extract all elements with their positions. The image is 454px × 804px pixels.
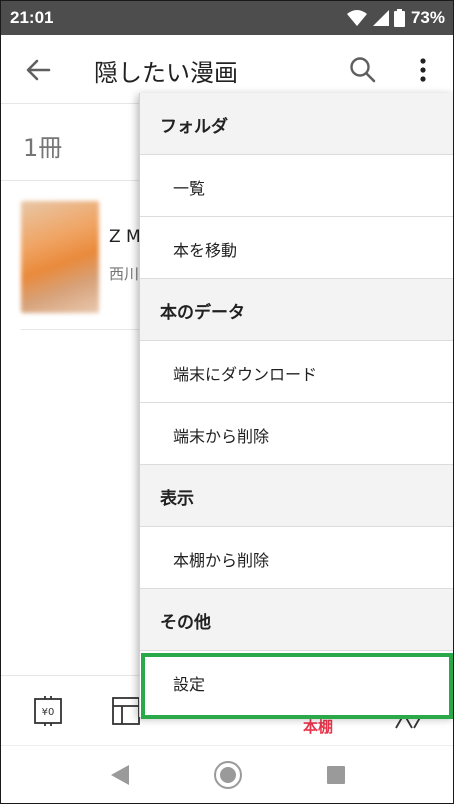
back-arrow-icon[interactable] (23, 55, 53, 85)
menu-item-list[interactable]: 一覧 (140, 155, 453, 217)
page-title: 隠したい漫画 (94, 59, 238, 87)
status-time: 21:01 (10, 8, 54, 27)
battery-percentage: 73% (410, 8, 445, 27)
book-count: 1冊 (23, 134, 63, 162)
nav-bookshelf-label[interactable]: 本棚 (303, 716, 333, 737)
system-navigation-bar (1, 745, 453, 803)
menu-item-label: 端末にダウンロード (173, 365, 318, 384)
store-coin-label: ¥0 (42, 707, 55, 718)
wifi-icon (346, 10, 367, 26)
menu-section-header-other: その他 (140, 589, 453, 651)
screen: 21:01 73% 隠したい漫画 1冊 Z M 西川 ¥0 本棚 フォルダ 一覧… (0, 0, 454, 804)
menu-item-label: 本棚から削除 (173, 551, 270, 570)
menu-section-title: 本のデータ (160, 303, 245, 323)
book-title: Z M (109, 227, 141, 247)
menu-item-move-book[interactable]: 本を移動 (140, 217, 453, 279)
system-recents-icon[interactable] (326, 765, 346, 785)
status-bar: 21:01 73% (1, 1, 453, 35)
more-vert-icon[interactable] (409, 55, 437, 85)
menu-section-title: その他 (160, 613, 211, 633)
search-icon[interactable] (348, 55, 378, 85)
store-coin-icon[interactable]: ¥0 (33, 696, 63, 726)
book-cover (21, 201, 99, 313)
menu-item-download-to-device[interactable]: 端末にダウンロード (140, 341, 453, 403)
menu-item-label: 端末から削除 (173, 427, 270, 446)
cell-signal-icon (372, 10, 389, 26)
menu-item-remove-from-shelf[interactable]: 本棚から削除 (140, 527, 453, 589)
menu-item-label: 設定 (173, 675, 206, 694)
book-author: 西川 (109, 265, 140, 283)
menu-item-label: 本を移動 (173, 241, 238, 260)
menu-section-header-folder: フォルダ (140, 93, 453, 155)
system-back-icon[interactable] (109, 764, 131, 786)
system-home-icon[interactable] (213, 760, 243, 790)
battery-icon (393, 9, 405, 27)
menu-item-delete-from-device[interactable]: 端末から削除 (140, 403, 453, 465)
status-indicators: 73% (346, 7, 445, 29)
menu-item-settings[interactable]: 設定 (140, 651, 453, 717)
menu-section-header-book-data: 本のデータ (140, 279, 453, 341)
ranking-icon[interactable] (111, 696, 141, 726)
menu-section-title: 表示 (160, 489, 194, 509)
menu-section-header-display: 表示 (140, 465, 453, 527)
menu-item-label: 一覧 (173, 179, 206, 198)
menu-section-title: フォルダ (160, 117, 228, 137)
overflow-menu: フォルダ 一覧 本を移動 本のデータ 端末にダウンロード 端末から削除 表示 本… (139, 93, 453, 717)
